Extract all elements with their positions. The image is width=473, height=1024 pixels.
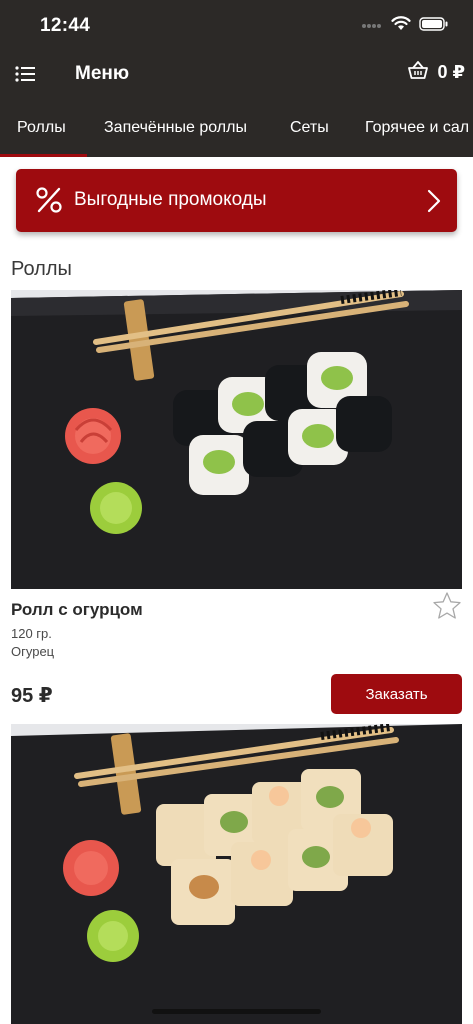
wifi-icon <box>391 16 411 36</box>
order-button[interactable]: Заказать <box>331 674 462 714</box>
cart-button[interactable]: 0 ₽ <box>407 60 465 85</box>
tab-hot-and-salads[interactable]: Горячее и сал <box>365 119 469 137</box>
product-image[interactable] <box>11 290 462 589</box>
product-price: 95 ₽ <box>11 685 53 707</box>
cart-total: 0 ₽ <box>437 62 465 82</box>
product-weight: 120 гр. <box>11 626 52 641</box>
basket-icon <box>407 60 429 85</box>
percent-icon <box>34 185 64 215</box>
battery-icon <box>419 16 449 36</box>
product-description: Огурец <box>11 644 55 659</box>
star-icon[interactable] <box>432 591 462 621</box>
product-name: Ролл с огурцом <box>11 600 143 619</box>
home-indicator <box>152 1009 321 1014</box>
page-title: Меню <box>75 63 130 84</box>
status-bar: 12:44 <box>0 0 473 50</box>
category-tabs: Роллы Запечённые роллы Сеты Горячее и са… <box>0 103 473 157</box>
promo-codes-button[interactable]: Выгодные промокоды <box>16 169 457 232</box>
active-tab-indicator <box>0 154 87 157</box>
menu-list-icon[interactable] <box>14 64 38 84</box>
tab-rolls[interactable]: Роллы <box>17 119 66 137</box>
app-header: 12:44 Меню 0 ₽ Роллы Запечённые роллы Се… <box>0 0 473 157</box>
tab-baked-rolls[interactable]: Запечённые роллы <box>104 119 247 137</box>
status-icons <box>361 16 449 36</box>
status-time: 12:44 <box>40 15 91 36</box>
promo-label: Выгодные промокоды <box>74 189 267 210</box>
chevron-right-icon <box>427 189 441 213</box>
nav-bar: Меню 0 ₽ <box>0 50 473 98</box>
signal-icon <box>361 17 383 35</box>
section-title: Роллы <box>11 258 72 280</box>
tab-sets[interactable]: Сеты <box>290 119 329 137</box>
product-image[interactable] <box>11 724 462 1024</box>
